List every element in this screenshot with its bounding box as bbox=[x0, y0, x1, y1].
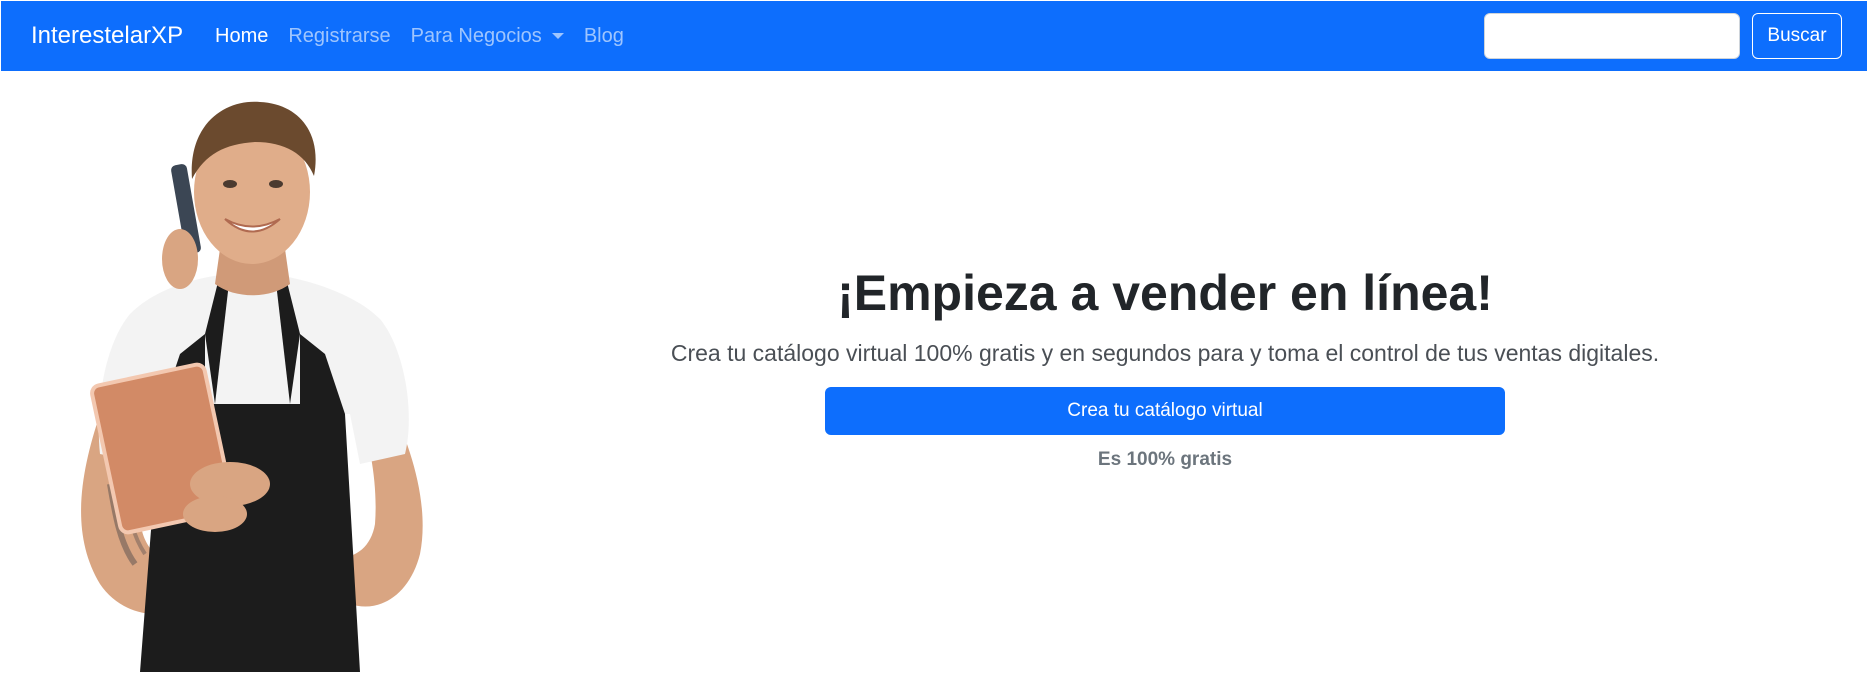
search-button[interactable]: Buscar bbox=[1752, 13, 1842, 59]
nav-links: Home Registrarse Para Negocios Blog bbox=[215, 1, 644, 71]
nav-link-blog[interactable]: Blog bbox=[584, 25, 624, 48]
caret-down-icon bbox=[551, 33, 564, 39]
hero-section: ¡Empieza a vender en línea! Crea tu catá… bbox=[560, 250, 1770, 473]
free-note: Es 100% gratis bbox=[1097, 449, 1233, 470]
nav-link-registrarse[interactable]: Registrarse bbox=[288, 25, 390, 48]
brand-logo-link[interactable]: InterestelarXP bbox=[31, 1, 183, 71]
hero-subtitle: Crea tu catálogo virtual 100% gratis y e… bbox=[670, 340, 1660, 366]
create-catalog-button[interactable]: Crea tu catálogo virtual bbox=[825, 387, 1505, 435]
nav-link-home[interactable]: Home bbox=[215, 25, 268, 48]
nav-dropdown-para-negocios[interactable]: Para Negocios bbox=[411, 25, 564, 48]
hero-vendor-image bbox=[81, 101, 423, 672]
hero-title: ¡Empieza a vender en línea! bbox=[837, 265, 1493, 321]
search-input[interactable] bbox=[1484, 13, 1740, 59]
nav-dropdown-label: Para Negocios bbox=[410, 24, 542, 47]
top-navbar: InterestelarXP Home Registrarse Para Neg… bbox=[1, 1, 1867, 71]
